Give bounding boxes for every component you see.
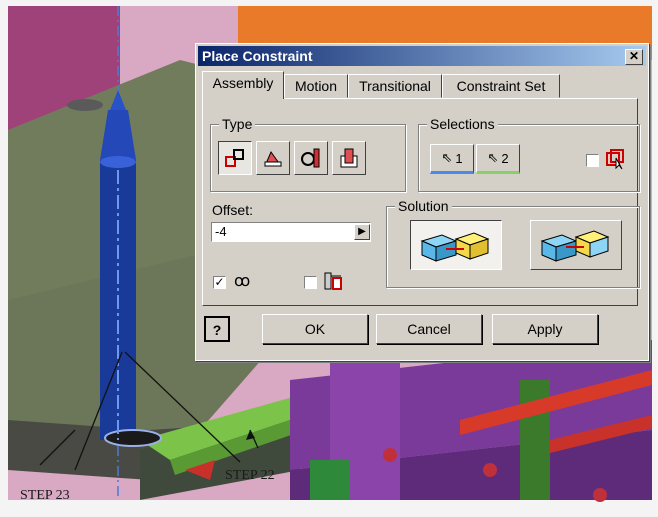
insert-type-button[interactable] xyxy=(332,141,366,175)
place-constraint-dialog: Place Constraint ✕ Assembly Motion Trans… xyxy=(195,43,649,361)
select-first-label: 1 xyxy=(455,150,463,166)
step22-label: STEP 22 xyxy=(225,468,275,483)
bolt xyxy=(383,448,397,462)
select-second-button[interactable]: ⇖ 2 xyxy=(476,144,520,174)
green-leg-2 xyxy=(310,460,350,500)
close-button[interactable]: ✕ xyxy=(625,49,643,65)
tab-label: Motion xyxy=(294,78,338,94)
flush-solution-button[interactable] xyxy=(530,220,622,270)
select-first-button[interactable]: ⇖ 1 xyxy=(430,144,474,174)
select-second-label: 2 xyxy=(501,150,509,166)
cancel-button[interactable]: Cancel xyxy=(376,314,482,344)
type-group-label: Type xyxy=(219,116,256,132)
apply-label: Apply xyxy=(527,321,563,337)
help-icon: ? xyxy=(212,322,222,338)
bolt xyxy=(593,488,607,502)
glasses-icon: ꝏ xyxy=(234,273,251,290)
tangent-icon xyxy=(301,148,320,168)
ok-button[interactable]: OK xyxy=(262,314,368,344)
dialog-title: Place Constraint xyxy=(202,48,313,64)
help-button[interactable]: ? xyxy=(204,316,230,342)
plate-hole xyxy=(67,99,103,111)
insert-icon xyxy=(340,148,358,168)
mate-solution-icon xyxy=(420,232,490,262)
tangent-type-button[interactable] xyxy=(294,141,328,175)
angle-icon xyxy=(264,150,282,167)
predict-offset-checkbox[interactable] xyxy=(304,276,317,289)
apply-button[interactable]: Apply xyxy=(492,314,598,344)
offset-arrow-button[interactable]: ▶ xyxy=(354,224,370,240)
pick-part-first-checkbox[interactable] xyxy=(586,154,599,167)
bolt xyxy=(483,463,497,477)
cursor-arrow-icon: ⇖ xyxy=(441,150,453,165)
tab-label: Constraint Set xyxy=(456,78,546,94)
cursor-arrow-icon: ⇖ xyxy=(487,150,499,165)
mate-type-button[interactable] xyxy=(218,141,252,175)
dialog-titlebar[interactable]: Place Constraint ✕ xyxy=(198,46,646,66)
tab-constraint-set[interactable]: Constraint Set xyxy=(442,74,560,98)
tab-label: Transitional xyxy=(359,78,431,94)
close-icon: ✕ xyxy=(628,49,640,63)
pin-top xyxy=(100,156,136,168)
cancel-label: Cancel xyxy=(407,321,451,337)
mate-icon xyxy=(225,149,244,167)
step23-label: STEP 23 xyxy=(20,488,70,503)
tab-assembly[interactable]: Assembly xyxy=(202,71,284,99)
pin-hole xyxy=(104,429,162,447)
show-preview-checkbox[interactable]: ✓ xyxy=(213,276,226,289)
predict-offset-icon xyxy=(324,272,342,290)
flush-solution-icon xyxy=(540,230,610,262)
offset-value: -4 xyxy=(215,224,227,239)
pick-part-icon xyxy=(606,149,624,170)
tab-label: Assembly xyxy=(212,75,274,91)
ok-label: OK xyxy=(304,321,326,337)
mate-solution-button[interactable] xyxy=(410,220,502,270)
tab-motion[interactable]: Motion xyxy=(284,74,348,98)
offset-input[interactable]: -4 xyxy=(211,222,371,242)
selections-group-label: Selections xyxy=(427,116,498,132)
angle-type-button[interactable] xyxy=(256,141,290,175)
solution-group-label: Solution xyxy=(395,198,452,214)
offset-label: Offset: xyxy=(212,202,253,218)
tab-transitional[interactable]: Transitional xyxy=(348,74,442,98)
